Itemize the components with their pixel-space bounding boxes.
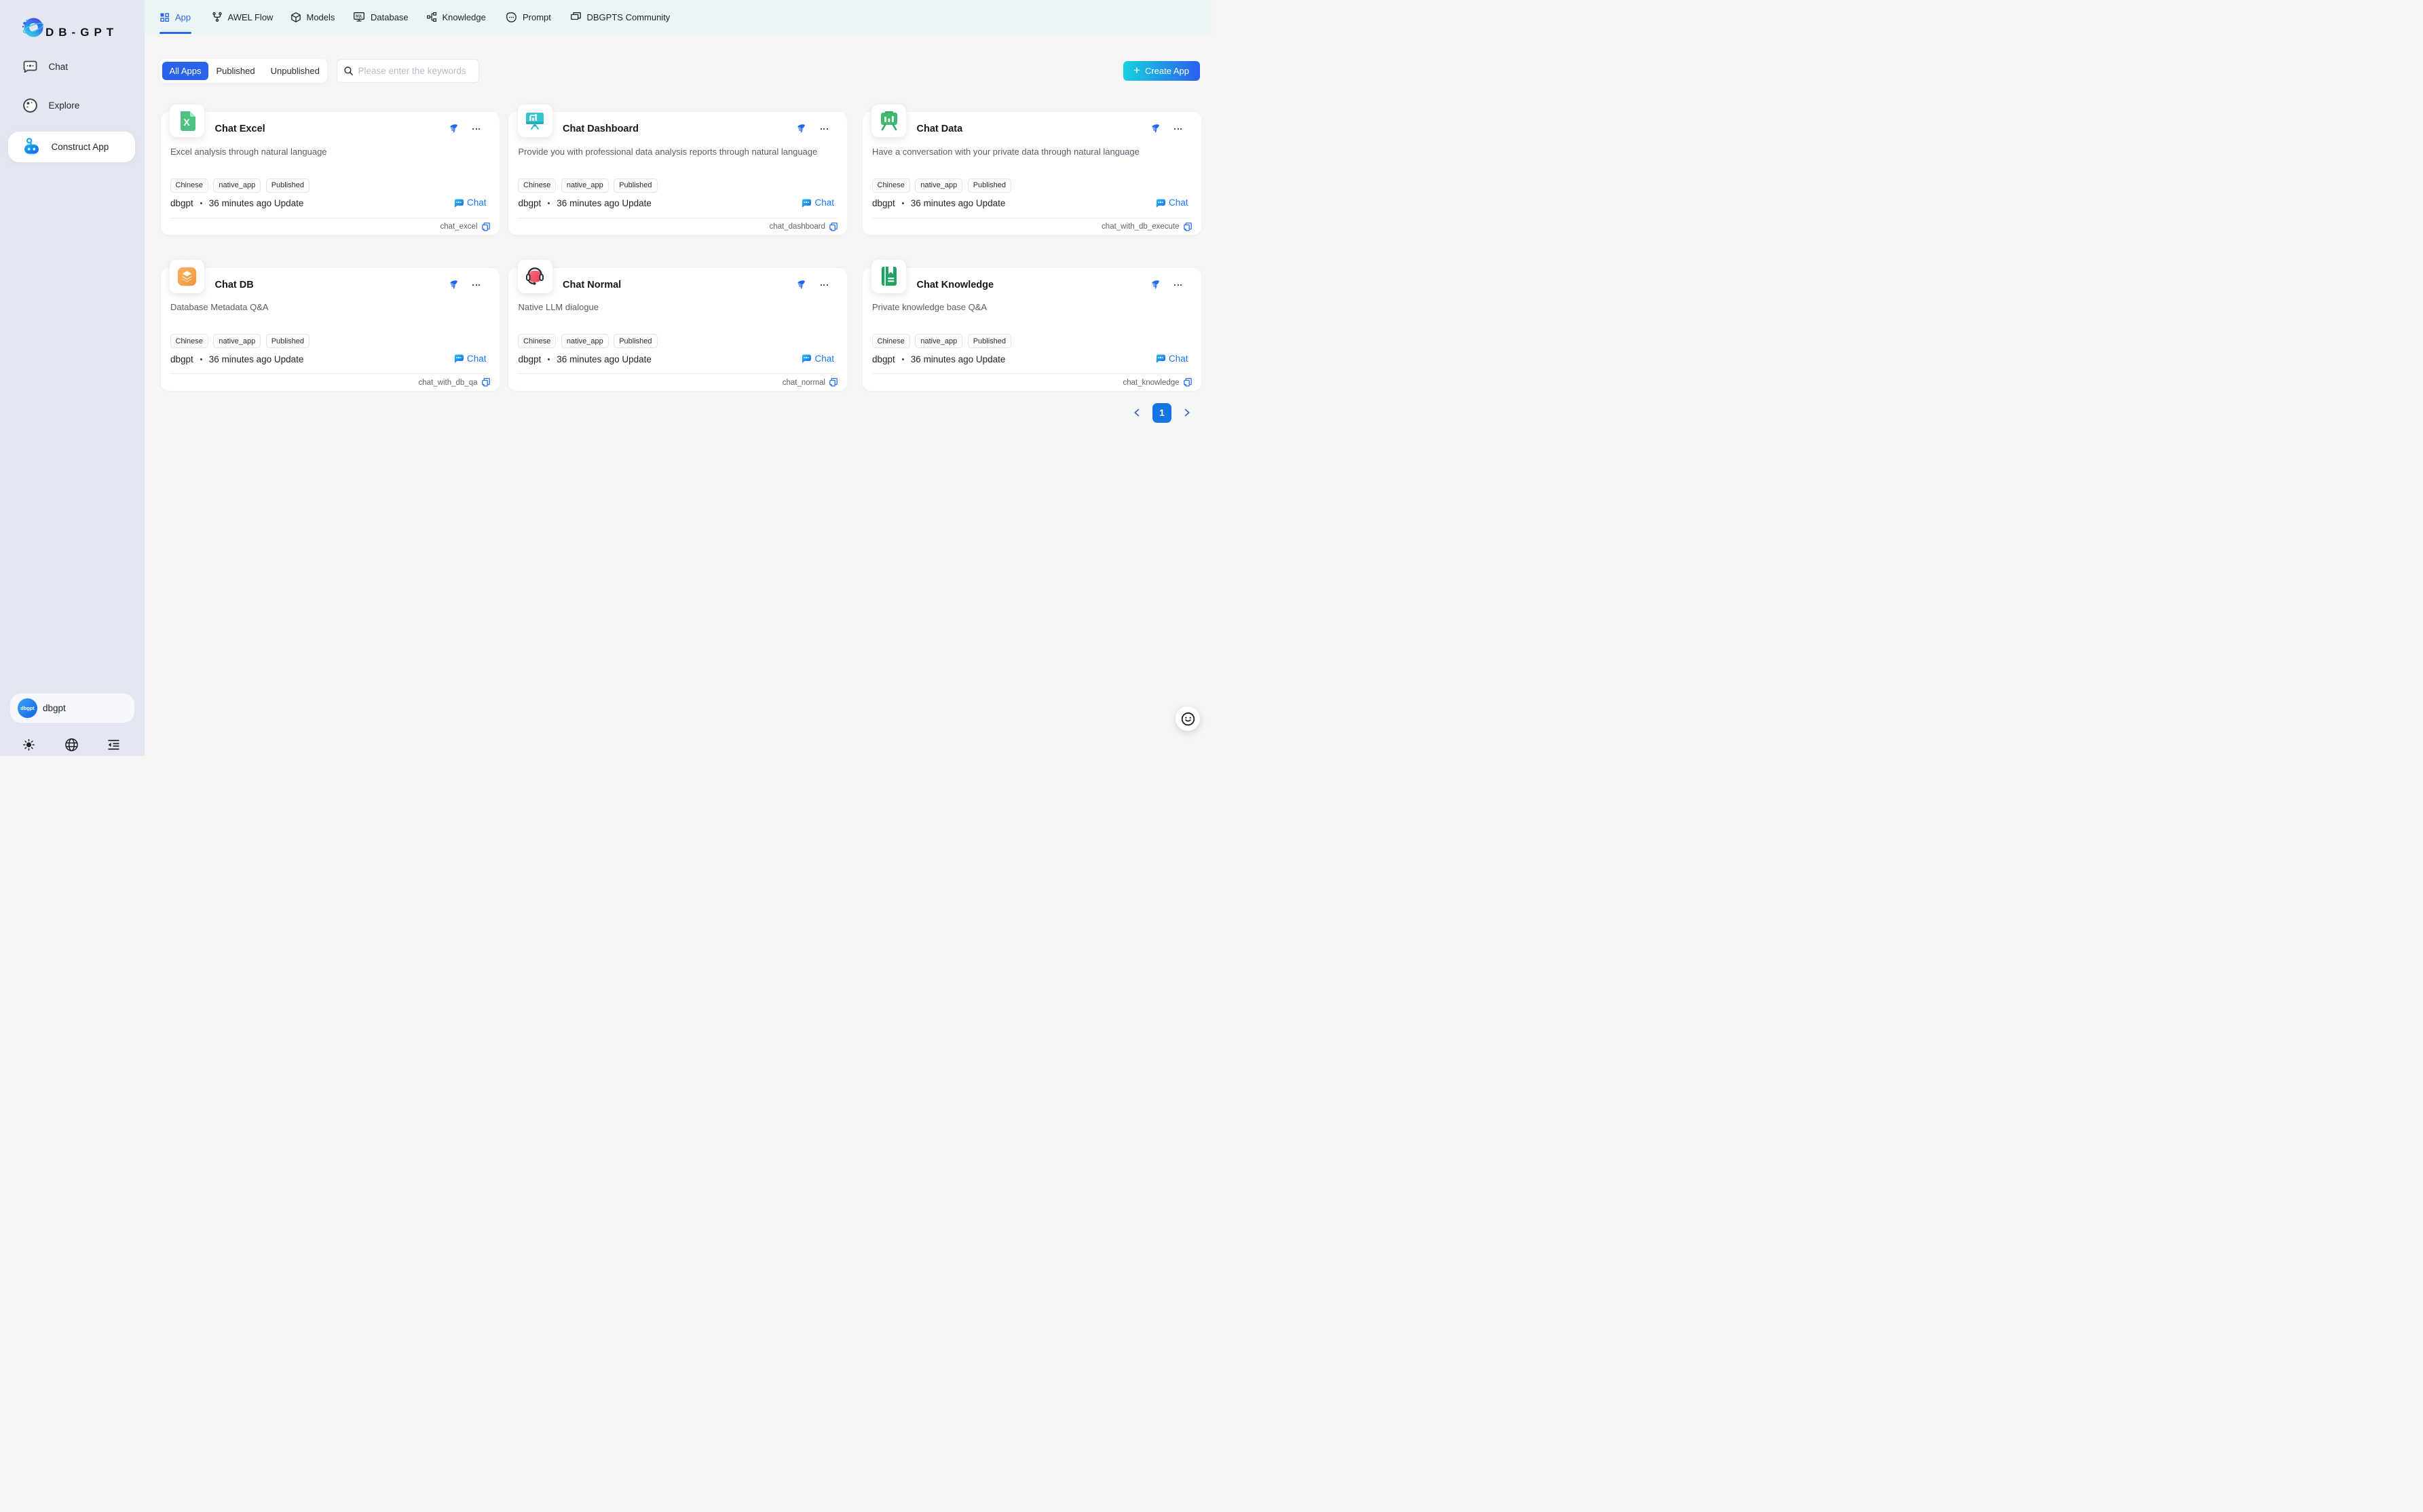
svg-text:SQL: SQL [356, 15, 362, 19]
svg-text:X: X [183, 117, 190, 128]
